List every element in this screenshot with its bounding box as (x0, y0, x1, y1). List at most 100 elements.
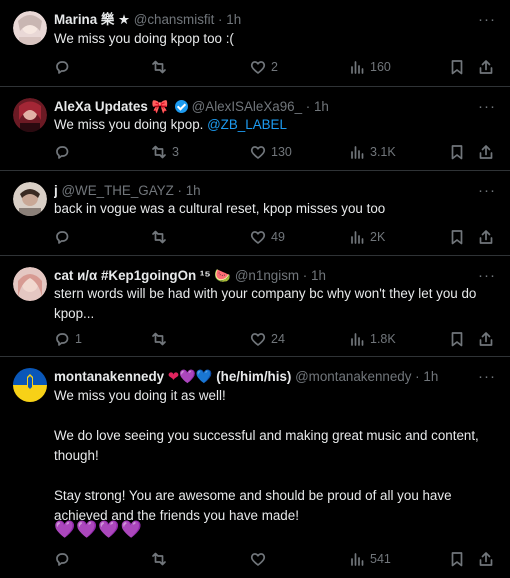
separator-dot: · (305, 99, 311, 114)
reply-button[interactable] (54, 228, 75, 246)
more-options-icon[interactable]: ··· (478, 99, 496, 114)
tweet-header: montanakennedy ❤💜💙 (he/him/his) @montana… (54, 368, 470, 387)
timestamp[interactable]: 1h (226, 12, 241, 27)
views-button[interactable]: 2K (349, 228, 385, 246)
bookmark-icon (451, 145, 463, 160)
like-button[interactable]: 24 (250, 330, 285, 348)
reply-button[interactable]: 1 (54, 330, 82, 348)
reply-button[interactable] (54, 550, 75, 568)
blue-heart-emoji: 💙 (195, 370, 213, 385)
avatar[interactable] (13, 182, 47, 216)
separator-dot: · (415, 369, 420, 384)
share-button[interactable] (478, 550, 494, 568)
view-count: 541 (370, 552, 391, 566)
more-options-icon[interactable]: ··· (478, 183, 496, 198)
watermelon-emoji: 🍉 (214, 269, 232, 284)
avatar[interactable] (13, 368, 47, 402)
share-button[interactable] (478, 228, 494, 246)
tweet[interactable]: AleXa Updates 🎀 @AlexISAleXa96_ · 1h ···… (0, 87, 510, 171)
tweet-actions: 1 24 1.8K (54, 330, 499, 348)
display-name[interactable]: cat ᴎ/α #Kep1goingOn ¹⁵ (54, 268, 211, 283)
analytics-icon (351, 61, 364, 74)
avatar[interactable] (13, 267, 47, 301)
user-handle[interactable]: @WE_THE_GAYZ (61, 183, 173, 198)
mention-link[interactable]: @ZB_LABEL (207, 117, 287, 132)
tweet-text: We miss you doing kpop too :( (54, 31, 234, 46)
tweet-actions: 541 (54, 550, 499, 568)
ribbon-emoji: 🎀 (151, 100, 169, 115)
tweet-text: We miss you doing it as well! We do love… (54, 388, 479, 523)
tweet-text: stern words will be had with your compan… (54, 286, 481, 321)
retweet-button[interactable] (151, 550, 172, 568)
retweet-button[interactable]: 3 (151, 143, 179, 161)
bookmark-icon (451, 60, 463, 75)
display-name[interactable]: AleXa Updates (54, 99, 148, 114)
bookmark-button[interactable] (449, 143, 465, 161)
more-options-icon[interactable]: ··· (478, 12, 496, 27)
display-name[interactable]: Marina 樂 ★ (54, 12, 130, 27)
tweet[interactable]: montanakennedy ❤💜💙 (he/him/his) @montana… (0, 357, 510, 578)
retweet-button[interactable] (151, 228, 172, 246)
user-handle[interactable]: @montanakennedy (295, 369, 411, 384)
like-button[interactable] (250, 550, 271, 568)
emoji-line: 💜💜💜💜 (54, 520, 143, 539)
reply-button[interactable] (54, 58, 75, 76)
reply-icon (56, 146, 69, 159)
more-options-icon[interactable]: ··· (478, 268, 496, 283)
retweet-button[interactable] (151, 330, 172, 348)
user-handle[interactable]: @chansmisfit (134, 12, 215, 27)
views-button[interactable]: 160 (349, 58, 391, 76)
timestamp[interactable]: 1h (311, 268, 326, 283)
bookmark-button[interactable] (449, 58, 465, 76)
retweet-button[interactable] (151, 58, 172, 76)
separator-dot: · (218, 12, 223, 27)
retweet-icon (152, 60, 166, 74)
views-button[interactable]: 1.8K (349, 330, 396, 348)
timestamp[interactable]: 1h (186, 183, 201, 198)
views-button[interactable]: 541 (349, 550, 391, 568)
reply-icon (56, 61, 69, 74)
tweet-header: j @WE_THE_GAYZ · 1h (54, 182, 470, 200)
tweet-header: Marina 樂 ★ @chansmisfit · 1h (54, 11, 470, 29)
like-button[interactable]: 49 (250, 228, 285, 246)
avatar[interactable] (13, 98, 47, 132)
bookmark-icon (451, 230, 463, 245)
like-button[interactable]: 130 (250, 143, 292, 161)
tweet[interactable]: Marina 樂 ★ @chansmisfit · 1h ··· We miss… (0, 0, 510, 87)
retweet-icon (152, 145, 166, 159)
reply-icon (56, 333, 69, 346)
timestamp[interactable]: 1h (423, 369, 438, 384)
user-handle[interactable]: @n1ngism (235, 268, 299, 283)
timestamp[interactable]: 1h (314, 99, 329, 114)
share-button[interactable] (478, 143, 494, 161)
bookmark-button[interactable] (449, 330, 465, 348)
bookmark-button[interactable] (449, 228, 465, 246)
tweet-text-body: We miss you doing kpop. (54, 117, 204, 132)
reply-icon (56, 231, 69, 244)
user-handle[interactable]: @AlexISAleXa96_ (192, 99, 302, 114)
share-button[interactable] (478, 330, 494, 348)
separator-dot: · (302, 268, 308, 283)
bookmark-button[interactable] (449, 550, 465, 568)
view-count: 2K (370, 230, 386, 244)
share-icon (479, 145, 493, 159)
verified-badge-icon (174, 100, 188, 113)
reply-button[interactable] (54, 143, 75, 161)
tweet[interactable]: cat ᴎ/α #Kep1goingOn ¹⁵ 🍉 @n1ngism · 1h … (0, 256, 510, 357)
bookmark-icon (451, 332, 463, 347)
more-options-icon[interactable]: ··· (478, 369, 496, 384)
red-heart-emoji: ❤ (167, 370, 180, 385)
tweet[interactable]: j @WE_THE_GAYZ · 1h ··· back in vogue wa… (0, 171, 510, 256)
reply-feed: Marina 樂 ★ @chansmisfit · 1h ··· We miss… (0, 0, 510, 578)
share-button[interactable] (478, 58, 494, 76)
avatar[interactable] (13, 11, 47, 45)
like-button[interactable]: 2 (250, 58, 278, 76)
like-count: 24 (271, 332, 285, 346)
tweet-actions: 3 130 3.1K (54, 143, 499, 161)
share-icon (479, 230, 493, 244)
tweet-text: We miss you doing kpop. @ZB_LABEL (54, 115, 492, 135)
display-name[interactable]: j (54, 183, 58, 198)
views-button[interactable]: 3.1K (349, 143, 396, 161)
display-name[interactable]: montanakennedy (54, 369, 164, 384)
heart-icon (250, 231, 266, 244)
